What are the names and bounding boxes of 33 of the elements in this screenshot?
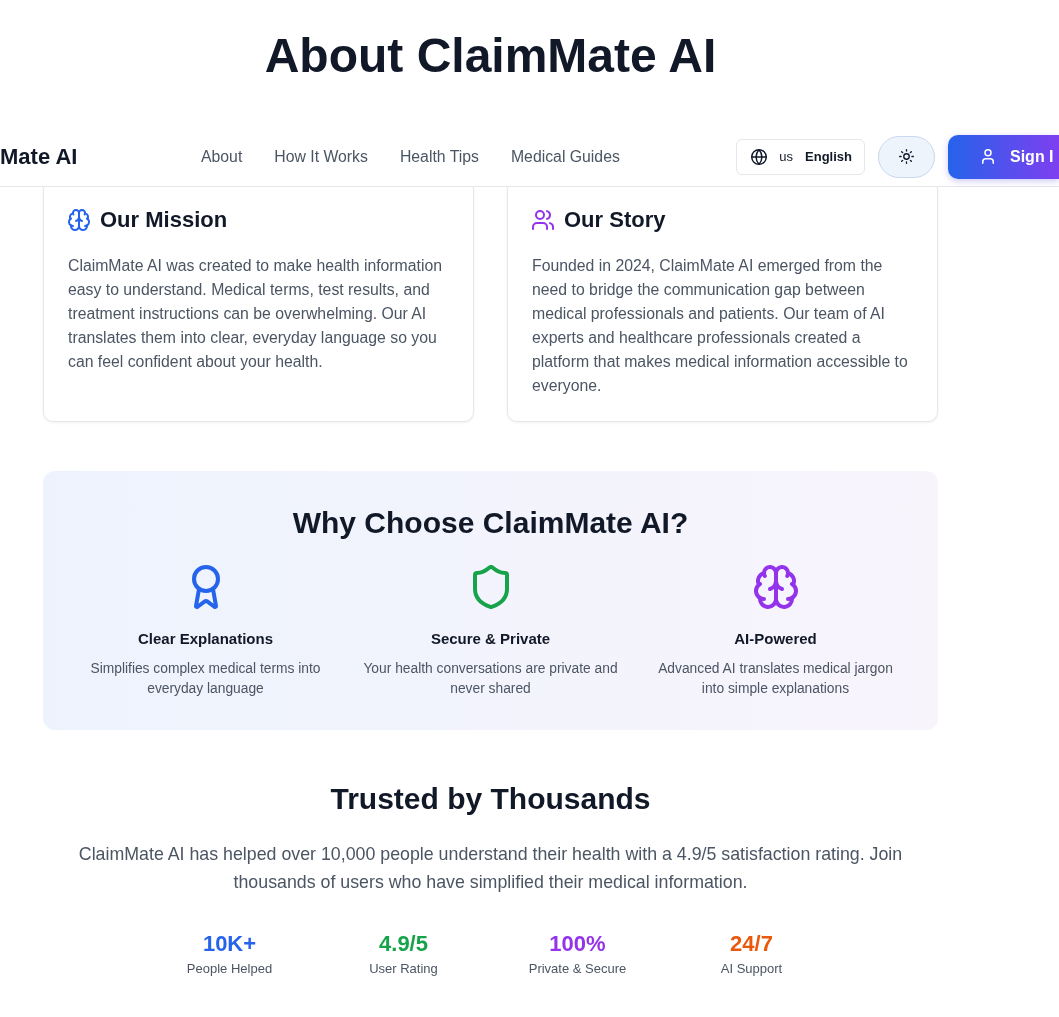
card-text: ClaimMate AI was created to make health information easy to understand. Medical terms, test results, and treatment instructions can be overwhelming. Our AI translates them into clear, everyday language so you can feel confident about your health.	[68, 256, 444, 372]
globe-icon	[751, 148, 768, 165]
user-icon	[982, 149, 994, 164]
sun-icon	[899, 149, 914, 164]
card-title: Our Story	[564, 207, 666, 233]
logo-text[interactable]: Mate AI	[0, 143, 78, 170]
stat-label: Private & Secure	[528, 960, 627, 978]
sign-in-button[interactable]: Sign I	[948, 134, 1059, 179]
nav-link[interactable]: Medical Guides	[510, 147, 620, 166]
section-title: Why Choose ClaimMate AI?	[291, 505, 690, 541]
theme-toggle-button[interactable]	[878, 135, 935, 178]
stat-label: User Rating	[369, 960, 438, 978]
feature-description: Simplifies complex medical terms into everyday language	[89, 660, 322, 698]
stat-label: People Helped	[186, 960, 273, 978]
feature-description: Your health conversations are private and never shared	[362, 660, 619, 698]
stat-value: 100%	[549, 930, 606, 958]
stat-value: 4.9/5	[379, 930, 428, 958]
stat-value: 24/7	[730, 930, 773, 958]
stat-label: AI Support	[720, 960, 783, 978]
feature-title: AI-Powered	[734, 629, 817, 649]
card-title: Our Mission	[100, 207, 228, 233]
card-text: Founded in 2024, ClaimMate AI emerged from the need to bridge the communication gap between medical professionals and patients. Our team of AI experts and healthcare professionals created a platform that makes medical information accessible to everyone.	[532, 256, 908, 396]
nav-link[interactable]: About	[201, 147, 243, 166]
feature-title: Secure & Private	[430, 629, 551, 649]
stat-value: 10K+	[202, 930, 257, 958]
language-button[interactable]: us English	[736, 138, 865, 175]
feature-description: Advanced AI translates medical jargon into simple explanations	[657, 660, 894, 698]
nav-link[interactable]: Health Tips	[399, 147, 479, 166]
feature-title: Clear Explanations	[137, 629, 273, 649]
page-title: About ClaimMate AI	[263, 28, 718, 84]
trusted-description: ClaimMate AI has helped over 10,000 people understand their health with a 4.9/5 satisfaction rating. Join thousands of users who have simplified their medical information.	[77, 843, 904, 894]
section-title: Trusted by Thousands	[329, 781, 652, 817]
nav-link[interactable]: How It Works	[274, 147, 368, 166]
